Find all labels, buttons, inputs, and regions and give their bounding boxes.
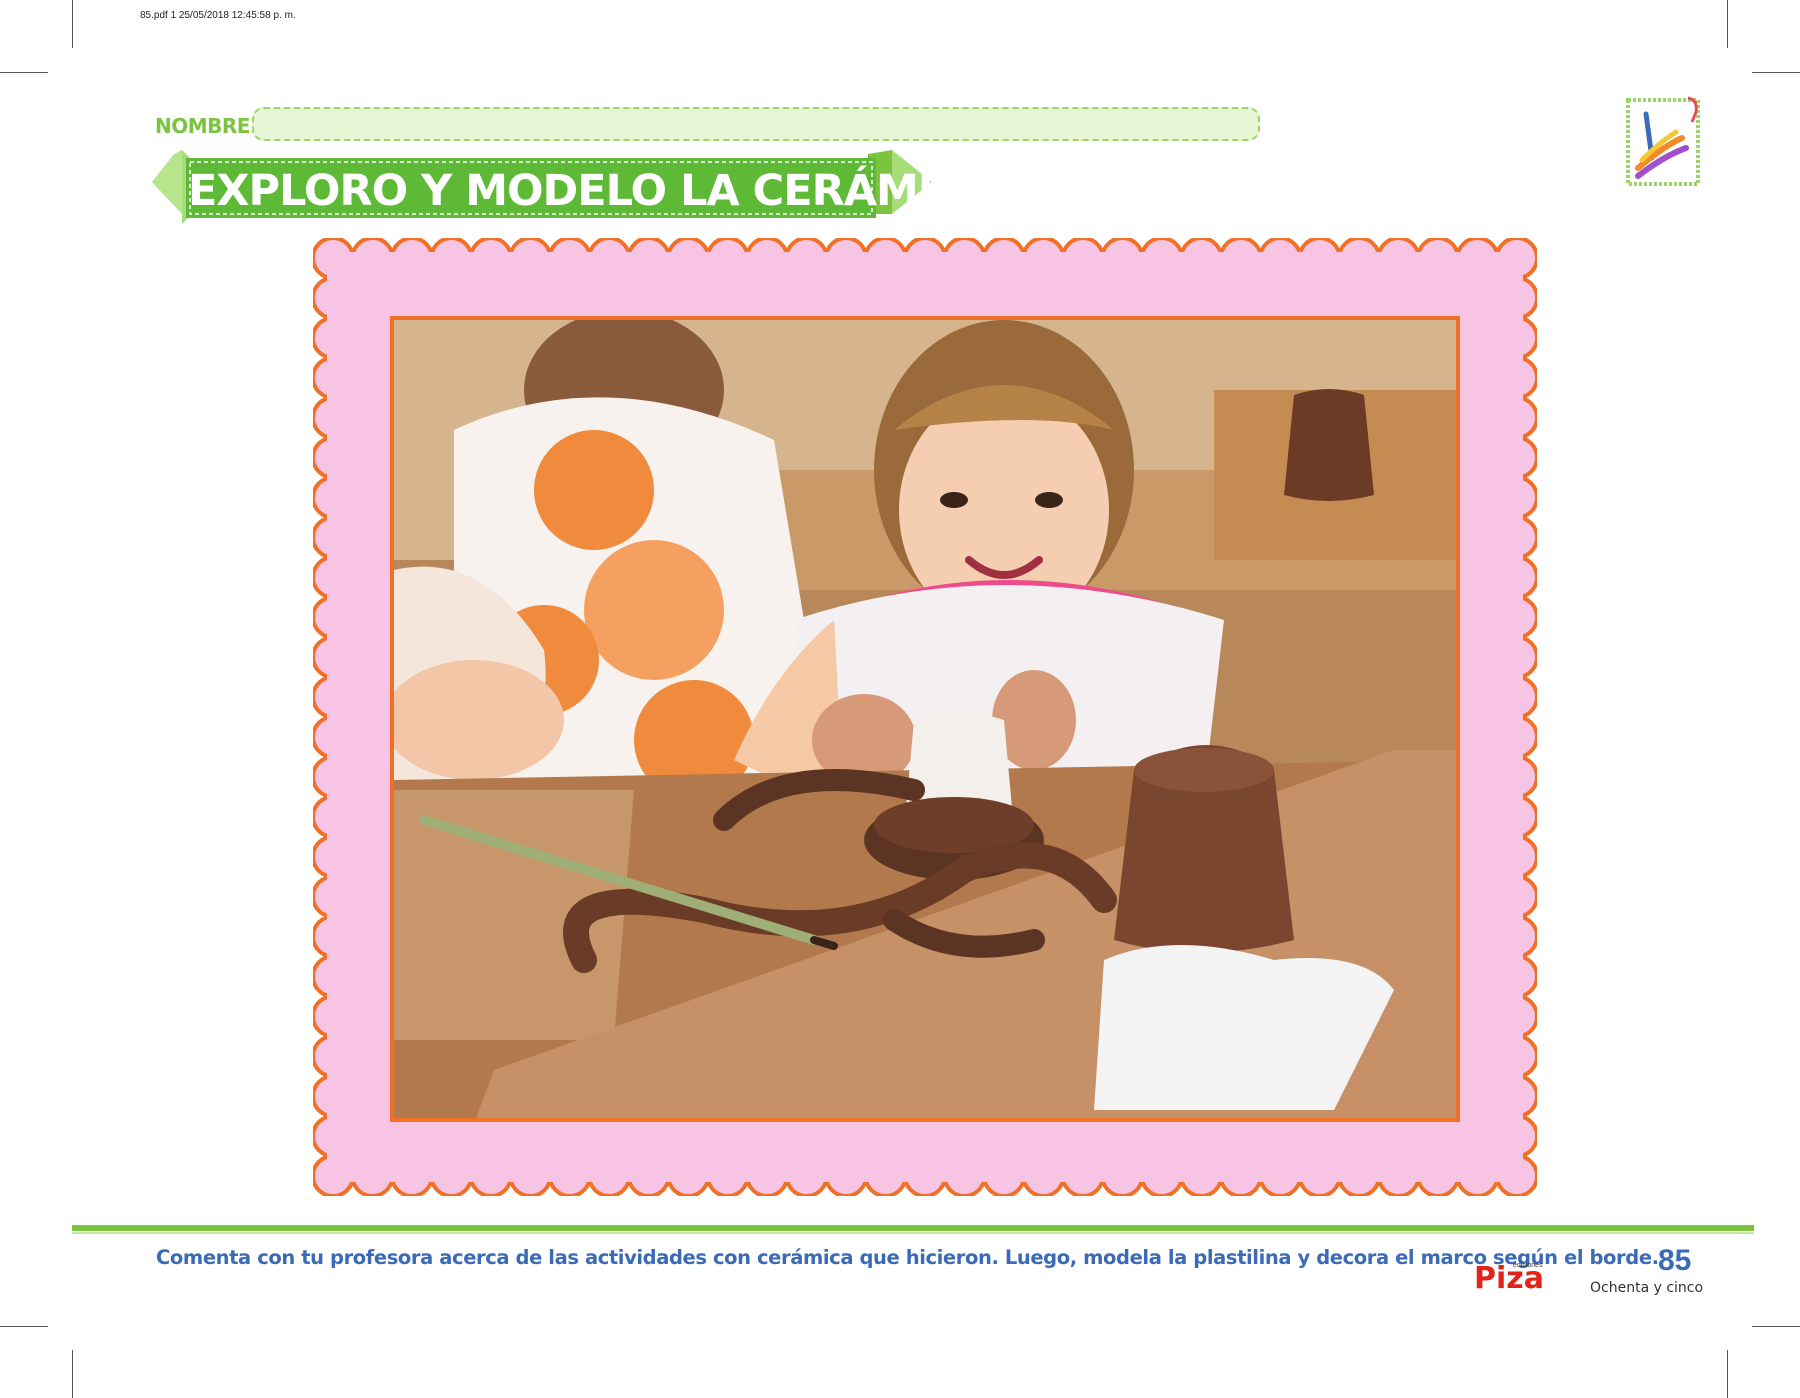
crop-mark xyxy=(1727,0,1728,48)
name-label: NOMBRE: xyxy=(155,114,258,138)
art-icon xyxy=(1626,96,1700,186)
activity-instructions: Comenta con tu profesora acerca de las a… xyxy=(156,1246,1659,1269)
publisher-small: ediciones xyxy=(1513,1262,1543,1269)
page-number-words: Ochenta y cinco xyxy=(1590,1280,1704,1296)
clay-scene-illustration xyxy=(394,320,1456,1118)
print-info: 85.pdf 1 25/05/2018 12:45:58 p. m. xyxy=(140,10,296,21)
photo-children-clay xyxy=(390,316,1460,1122)
crop-mark xyxy=(1752,1326,1800,1327)
page-title: EXPLORO Y MODELO LA CERÁMICA xyxy=(188,166,997,216)
name-field[interactable] xyxy=(252,107,1260,141)
footer-rule xyxy=(72,1225,1754,1231)
crop-mark xyxy=(0,1326,48,1327)
crop-mark xyxy=(1727,1350,1728,1398)
crop-mark xyxy=(72,0,73,48)
footer-rule-light xyxy=(72,1232,1754,1234)
crop-mark xyxy=(0,72,48,73)
page-number: 85 xyxy=(1658,1244,1692,1277)
crop-mark xyxy=(1752,72,1800,73)
crop-mark xyxy=(72,1350,73,1398)
